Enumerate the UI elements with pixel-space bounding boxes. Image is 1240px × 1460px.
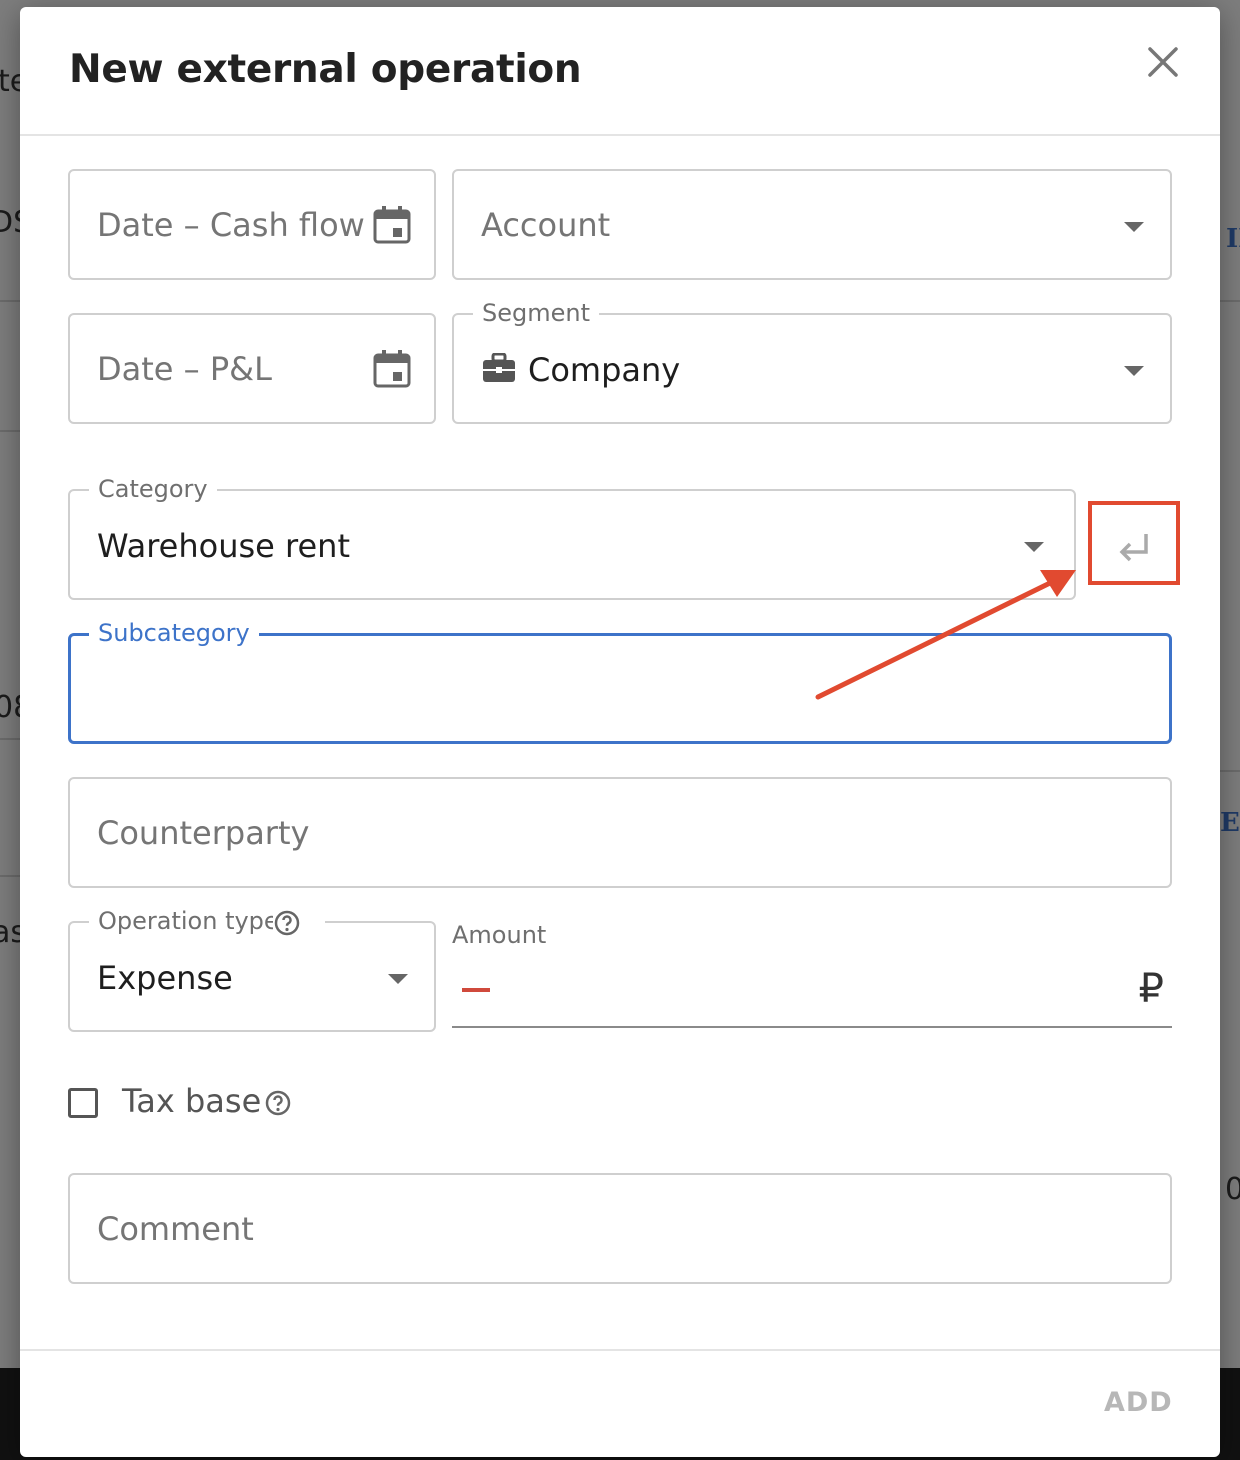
operation-type-value: Expense xyxy=(97,958,233,997)
calendar-icon[interactable] xyxy=(372,205,412,245)
category-value: Warehouse rent xyxy=(97,526,350,565)
amount-input[interactable]: ₽ xyxy=(452,962,1172,1028)
tax-base-label: Tax base xyxy=(122,1082,262,1120)
segment-select[interactable]: Segment Company xyxy=(452,298,1172,424)
background-divider xyxy=(0,430,20,432)
chevron-down-icon[interactable] xyxy=(388,973,408,984)
calendar-icon[interactable] xyxy=(372,349,412,389)
close-button[interactable] xyxy=(1142,41,1184,83)
comment-field[interactable]: Comment xyxy=(68,1173,1172,1284)
account-select[interactable]: Account xyxy=(452,169,1172,280)
date-cash-flow-field[interactable]: Date – Cash flow xyxy=(68,169,436,280)
background-fragment: EF xyxy=(1220,808,1240,838)
comment-placeholder: Comment xyxy=(97,1209,254,1248)
annotation-highlight-box xyxy=(1088,501,1180,585)
segment-value: Company xyxy=(528,350,681,389)
background-divider xyxy=(0,875,20,877)
counterparty-field[interactable]: Counterparty xyxy=(68,777,1172,888)
segment-label: Segment xyxy=(473,298,599,328)
footer-divider xyxy=(20,1349,1220,1351)
chevron-down-icon[interactable] xyxy=(1124,221,1144,232)
currency-symbol: ₽ xyxy=(1138,966,1164,1012)
date-pl-placeholder: Date – P&L xyxy=(97,349,272,388)
background-fragment: II xyxy=(1226,224,1240,254)
account-placeholder: Account xyxy=(481,205,611,244)
add-button[interactable]: ADD xyxy=(1104,1387,1173,1418)
amount-label: Amount xyxy=(452,921,547,949)
operation-type-label-text: Operation type xyxy=(98,907,279,935)
tax-base-checkbox[interactable] xyxy=(68,1088,98,1118)
operation-type-select[interactable]: Operation type Expense xyxy=(68,906,436,1032)
background-divider xyxy=(0,300,20,302)
background-divider xyxy=(1220,770,1240,772)
briefcase-icon xyxy=(483,353,515,382)
help-icon[interactable] xyxy=(264,1089,292,1117)
new-operation-dialog: New external operation Date – Cash flow … xyxy=(20,7,1220,1457)
chevron-down-icon[interactable] xyxy=(1024,541,1044,552)
header-divider xyxy=(20,134,1220,136)
close-icon xyxy=(1148,47,1178,77)
background-fragment: 0 xyxy=(1225,1172,1240,1207)
subcategory-field[interactable]: Subcategory xyxy=(68,618,1172,744)
background-divider xyxy=(0,738,20,740)
date-cash-flow-placeholder: Date – Cash flow xyxy=(97,205,365,244)
background-divider xyxy=(1220,300,1240,302)
counterparty-placeholder: Counterparty xyxy=(97,813,310,852)
dialog-title: New external operation xyxy=(69,47,582,92)
subcategory-label: Subcategory xyxy=(89,618,259,648)
category-select[interactable]: Category Warehouse rent xyxy=(68,474,1076,600)
help-icon[interactable] xyxy=(273,909,301,937)
date-pl-field[interactable]: Date – P&L xyxy=(68,313,436,424)
category-label: Category xyxy=(89,474,217,504)
minus-sign xyxy=(462,988,490,992)
chevron-down-icon[interactable] xyxy=(1124,365,1144,376)
